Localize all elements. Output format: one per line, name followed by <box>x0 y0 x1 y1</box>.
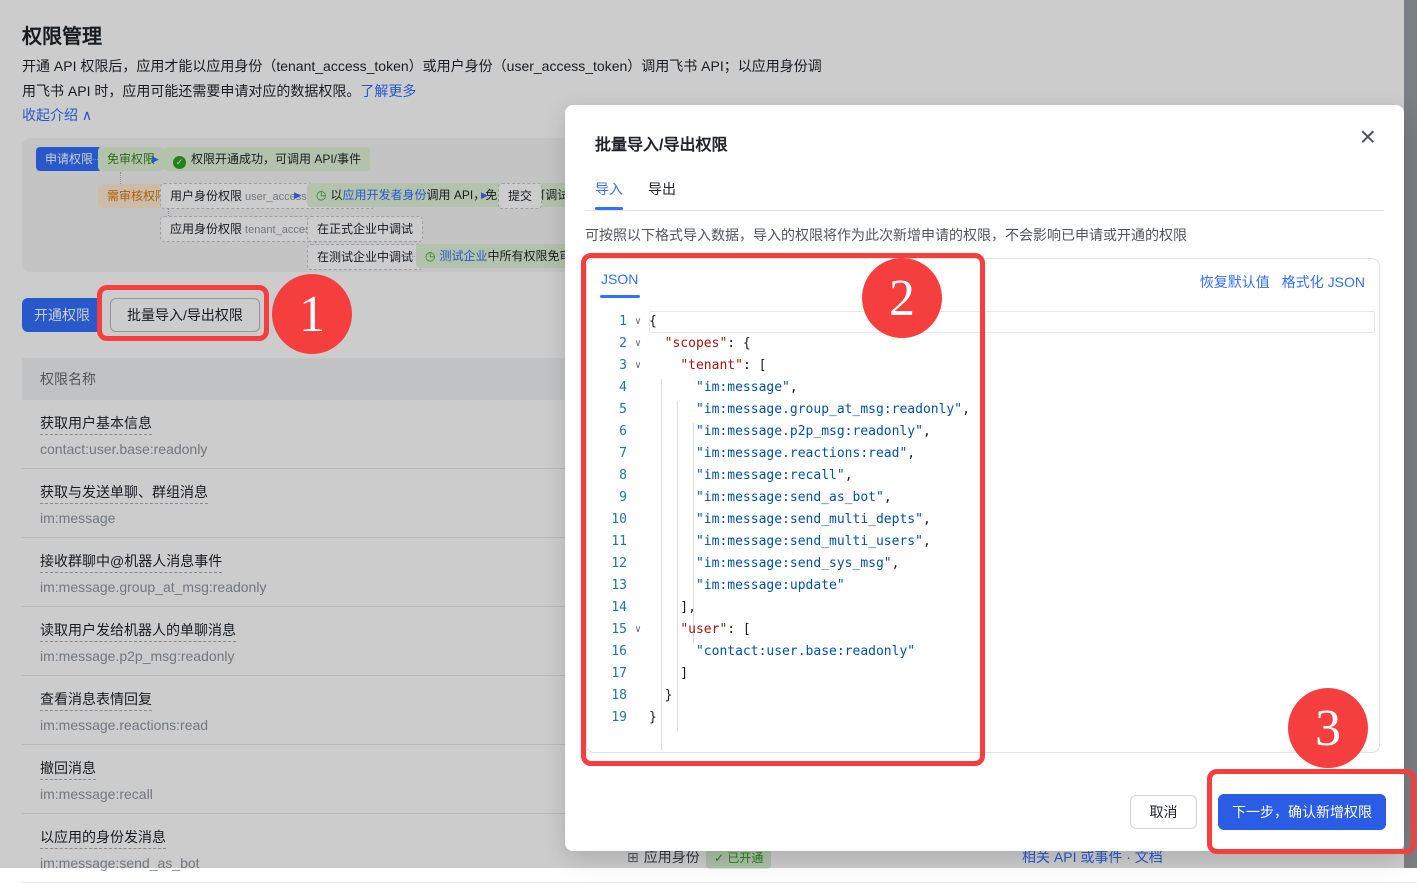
tab-import[interactable]: 导入 <box>595 179 623 199</box>
editor-actions: 恢复默认值格式化 JSON <box>1188 272 1365 292</box>
active-tab-indicator <box>595 207 623 210</box>
page-scrollbar[interactable] <box>1404 0 1417 868</box>
annotation-box-next-button <box>1207 769 1416 854</box>
annotation-step-3: 3 <box>1288 688 1368 768</box>
close-icon[interactable]: × <box>1360 123 1376 151</box>
restore-default-link[interactable]: 恢复默认值 <box>1200 274 1270 290</box>
import-description: 可按照以下格式导入数据，导入的权限将作为此次新增申请的权限，不会影响已申请或开通… <box>585 225 1187 245</box>
cancel-button[interactable]: 取消 <box>1130 795 1197 829</box>
format-json-link[interactable]: 格式化 JSON <box>1282 274 1365 290</box>
annotation-step-1: 1 <box>272 274 352 354</box>
tab-divider <box>585 210 1384 211</box>
annotation-step-2: 2 <box>862 258 942 338</box>
tab-export[interactable]: 导出 <box>648 179 676 199</box>
annotation-box-batch-button <box>97 285 269 341</box>
modal-title: 批量导入/导出权限 <box>595 131 727 155</box>
